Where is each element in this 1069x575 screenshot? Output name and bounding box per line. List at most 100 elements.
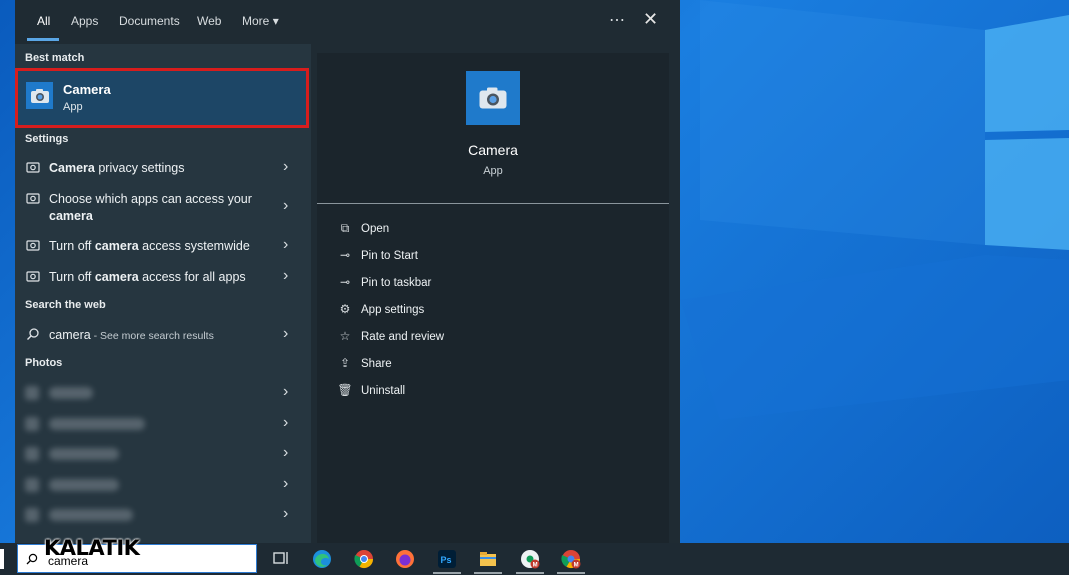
chevron-right-icon: › — [283, 383, 289, 400]
search-icon — [27, 328, 39, 340]
share-icon: ⇪ — [339, 356, 351, 370]
photoshop-icon[interactable]: Ps — [437, 549, 457, 569]
more-options-icon[interactable]: ⋯ — [609, 10, 626, 30]
setting-label: Turn off camera access for all apps — [49, 270, 246, 284]
action-label: Pin to Start — [361, 250, 418, 262]
action-label: Open — [361, 223, 390, 235]
action-label: Pin to taskbar — [361, 277, 432, 289]
close-icon[interactable]: ✕ — [643, 9, 658, 30]
chevron-right-icon: › — [283, 505, 289, 522]
divider — [317, 203, 669, 204]
chevron-right-icon: › — [283, 197, 289, 214]
action-pin-to-taskbar[interactable]: ⊸ Pin to taskbar — [337, 275, 431, 289]
section-search-web: Search the web — [25, 299, 106, 311]
taskbar-search-box[interactable]: camera KALATIK — [17, 536, 257, 573]
edge-icon[interactable] — [312, 549, 332, 569]
camera-outline-icon — [26, 240, 40, 251]
file-explorer-icon[interactable] — [478, 549, 498, 569]
setting-label-line1: Choose which apps can access your — [49, 192, 252, 206]
section-settings: Settings — [25, 133, 69, 145]
trash-icon: 🗑 — [337, 383, 353, 397]
chevron-right-icon: › — [283, 325, 289, 342]
setting-turn-off-systemwide[interactable]: Turn off camera access systemwide › — [15, 234, 311, 258]
gear-icon: ⚙ — [339, 302, 351, 316]
web-search-result[interactable]: camera - See more search results › — [15, 323, 311, 347]
chrome-icon[interactable] — [354, 549, 374, 569]
section-photos: Photos — [25, 357, 63, 369]
results-list: Best match Camera App Settings Camera pr… — [15, 44, 311, 543]
setting-choose-apps[interactable]: Choose which apps can access your camera… — [15, 187, 311, 225]
tab-apps[interactable]: Apps — [71, 14, 98, 28]
photo-result[interactable]: › — [15, 473, 311, 497]
app-detail-pane: Camera App ⧉ Open ⊸ Pin to Start ⊸ Pin to t… — [317, 53, 669, 543]
photo-name-blurred — [49, 387, 93, 399]
chevron-right-icon: › — [283, 267, 289, 284]
tab-documents[interactable]: Documents — [119, 14, 180, 28]
start-button[interactable] — [0, 549, 4, 569]
star-icon: ☆ — [339, 329, 351, 343]
setting-label-line2: camera — [49, 209, 93, 223]
photo-result[interactable]: › — [15, 412, 311, 436]
setting-camera-privacy[interactable]: Camera privacy settings › — [15, 156, 311, 180]
running-indicator — [474, 572, 502, 574]
photo-result[interactable]: › — [15, 381, 311, 405]
action-app-settings[interactable]: ⚙ App settings — [337, 302, 425, 316]
photo-result[interactable]: › — [15, 442, 311, 466]
action-share[interactable]: ⇪ Share — [337, 356, 392, 370]
chrome-profile-icon[interactable]: M — [520, 549, 540, 569]
photo-thumbnail — [25, 447, 39, 461]
setting-turn-off-all-apps[interactable]: Turn off camera access for all apps › — [15, 265, 311, 289]
action-label: Uninstall — [361, 385, 406, 397]
tab-web[interactable]: Web — [197, 14, 221, 28]
photo-result[interactable]: › — [15, 503, 311, 527]
photo-name-blurred — [49, 448, 119, 460]
svg-text:Ps: Ps — [441, 555, 452, 565]
chevron-right-icon: › — [283, 444, 289, 461]
photo-thumbnail — [25, 417, 39, 431]
pin-icon: ⊸ — [339, 248, 351, 262]
photo-thumbnail — [25, 386, 39, 400]
photo-name-blurred — [49, 479, 119, 491]
firefox-icon[interactable] — [395, 549, 415, 569]
photo-name-blurred — [49, 418, 145, 430]
camera-outline-icon — [26, 271, 40, 282]
camera-outline-icon — [26, 193, 40, 204]
action-rate-and-review[interactable]: ☆ Rate and review — [337, 329, 445, 343]
camera-icon — [466, 71, 520, 125]
running-indicator — [516, 572, 544, 574]
tab-more-label: More — [242, 14, 270, 28]
photo-thumbnail — [25, 508, 39, 522]
camera-icon — [26, 82, 53, 109]
tab-all[interactable]: All — [37, 14, 50, 28]
action-pin-to-start[interactable]: ⊸ Pin to Start — [337, 248, 418, 262]
running-indicator — [557, 572, 585, 574]
detail-subtitle: App — [483, 165, 503, 177]
action-label: Rate and review — [361, 331, 445, 343]
active-tab-indicator — [27, 38, 59, 41]
svg-text:M: M — [533, 563, 538, 569]
tab-more[interactable]: More ▾ — [242, 14, 279, 28]
photo-name-blurred — [49, 509, 133, 521]
action-open[interactable]: ⧉ Open — [337, 221, 389, 236]
search-panel: All Apps Documents Web More ▾ ⋯ ✕ Best m… — [15, 0, 680, 543]
chevron-right-icon: › — [283, 158, 289, 175]
task-view-icon[interactable] — [271, 549, 291, 569]
web-search-label: camera - See more search results — [49, 328, 214, 342]
watermark-logo: KALATIK — [44, 536, 140, 560]
pin-icon: ⊸ — [339, 275, 351, 289]
photo-thumbnail — [25, 478, 39, 492]
best-match-camera-app[interactable]: Camera App — [15, 68, 309, 128]
action-uninstall[interactable]: 🗑 Uninstall — [337, 383, 405, 397]
setting-label: Turn off camera access systemwide — [49, 239, 250, 253]
chevron-right-icon: › — [283, 236, 289, 253]
best-match-title: Camera — [63, 82, 111, 97]
detail-title: Camera — [468, 142, 518, 158]
chevron-right-icon: › — [283, 414, 289, 431]
chrome-profile-icon[interactable]: M — [561, 549, 581, 569]
search-icon — [26, 553, 38, 565]
setting-label: Camera privacy settings — [49, 161, 185, 175]
running-indicator — [433, 572, 461, 574]
action-label: App settings — [361, 304, 425, 316]
search-tabs-bar: All Apps Documents Web More ▾ ⋯ ✕ — [15, 0, 680, 44]
best-match-subtitle: App — [63, 101, 83, 113]
